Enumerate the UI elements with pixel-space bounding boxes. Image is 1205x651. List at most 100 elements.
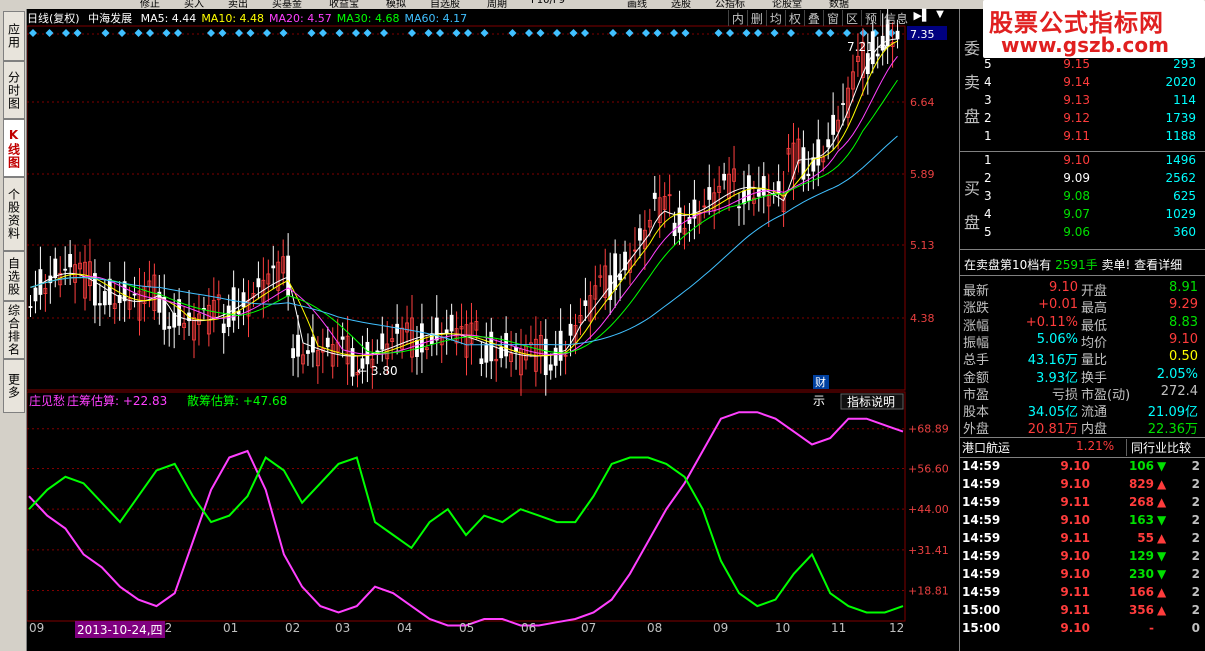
tick-count: 2 — [1191, 459, 1200, 473]
bid-row[interactable]: 2 9.09 2562 — [960, 171, 1205, 189]
candle-body — [553, 347, 558, 366]
toolbar-item[interactable]: 论股堂 — [772, 0, 802, 9]
toolbar-item[interactable]: 买基金 — [272, 0, 302, 9]
candle-body — [826, 139, 831, 148]
tick-volume: 829 — [1128, 477, 1154, 491]
left-tab[interactable]: 综合排名 — [3, 301, 25, 359]
chart-menu-arrow[interactable]: ▶▌ — [913, 9, 931, 25]
chart-tool-button[interactable]: 权 — [784, 10, 804, 26]
sell-notice-detail-link[interactable]: 查看详细 — [1134, 258, 1182, 272]
chart-tool-button[interactable]: 叠 — [803, 10, 823, 26]
ask-row[interactable]: 1 9.11 1188 — [960, 129, 1205, 147]
chart-canvas[interactable]: 7.35 6.64 5.89 5.13 4.38 7.21 → ← 3.80 财庄见愁 庄筹估算… — [27, 9, 959, 641]
candle-body — [256, 278, 261, 288]
price-axis-label: 6.64 — [910, 96, 935, 109]
left-tab[interactable]: K线图 — [3, 119, 25, 177]
quote-row: 市盈 亏损 市盈(动) 272.4 — [960, 383, 1205, 403]
signal-diamond — [279, 29, 288, 37]
watermark-url: www.gszb.com — [1001, 33, 1169, 57]
chart-tool-button[interactable]: 窗 — [822, 10, 842, 26]
chart-tool-button[interactable]: 信息 — [879, 10, 911, 26]
quote-value: 272.4 — [1160, 383, 1198, 399]
down-arrow-icon: ▼ — [1157, 513, 1167, 527]
candle-body — [652, 192, 657, 199]
signal-diamond — [307, 29, 316, 37]
toolbar-item[interactable]: 公指标 — [715, 0, 745, 9]
toolbar-item[interactable]: 数据 — [829, 0, 849, 9]
ask-row[interactable]: 2 9.12 1739 — [960, 111, 1205, 129]
toolbar-item[interactable]: 画线 — [627, 0, 647, 9]
ask-price: 9.14 — [1063, 75, 1090, 89]
left-tab[interactable]: 个股资料 — [3, 177, 25, 251]
toolbar-item[interactable]: F10/F9 — [531, 0, 565, 6]
indicator-zhuang-value: 庄筹估算: +22.83 — [67, 393, 167, 408]
toolbar-item[interactable]: 自选股 — [430, 0, 460, 9]
chart-tool-button[interactable]: 区 — [841, 10, 861, 26]
sector-name[interactable]: 港口航运 — [962, 439, 1010, 456]
ask-level: 5 — [984, 57, 992, 71]
toolbar-item[interactable]: 模拟 — [386, 0, 406, 9]
toolbar-item[interactable]: 收益宝 — [329, 0, 359, 9]
left-tab[interactable]: 自选股 — [3, 251, 25, 301]
left-tab[interactable]: 应用 — [3, 11, 25, 61]
candle-body — [434, 317, 439, 341]
candle-body — [479, 358, 484, 365]
panel-divider — [960, 457, 1205, 458]
toolbar-item[interactable]: 买入 — [184, 0, 204, 9]
tick-volume: 268 — [1128, 495, 1154, 509]
sell-notice-suffix: 卖单! — [1097, 258, 1135, 272]
signal-diamond — [742, 29, 751, 37]
period-label[interactable]: 日线(复权) — [27, 12, 80, 25]
indicator-button[interactable]: 示 — [813, 394, 825, 408]
date-tick-label: 07 — [581, 621, 597, 635]
bid-row[interactable]: 3 9.08 625 — [960, 189, 1205, 207]
toolbar-item[interactable]: 选股 — [671, 0, 691, 9]
up-arrow-icon: ▲ — [1157, 603, 1167, 617]
signal-diamond — [625, 29, 634, 37]
bid-row[interactable]: 1 9.10 1496 — [960, 153, 1205, 171]
signal-diamond — [335, 29, 344, 37]
tick-row: 15:00 9.11 356 ▲ 2 — [960, 603, 1205, 621]
tick-volume: 166 — [1128, 585, 1154, 599]
ask-row[interactable]: 3 9.13 114 — [960, 93, 1205, 111]
left-tab[interactable]: 分时图 — [3, 61, 25, 119]
sector-compare-button[interactable]: 同行业比较 — [1126, 439, 1191, 456]
ma-label: MA30: 4.68 — [336, 12, 400, 25]
date-tick-label: 09 — [713, 621, 729, 635]
candle-body — [568, 323, 573, 336]
ask-volume: 2020 — [1165, 75, 1196, 89]
quote-label: 量比 — [1081, 353, 1108, 369]
bid-level: 1 — [984, 153, 992, 167]
chart-tool-button[interactable]: 均 — [765, 10, 785, 26]
tick-time: 15:00 — [962, 621, 1001, 635]
date-tick-label: 12 — [889, 621, 905, 635]
signal-diamond — [319, 29, 327, 37]
candle-body — [311, 336, 315, 353]
price-axis-label: 4.38 — [910, 312, 935, 325]
chart-tool-button[interactable]: 预 — [860, 10, 880, 26]
bid-row[interactable]: 5 9.06 360 — [960, 225, 1205, 243]
tick-time: 14:59 — [962, 549, 1001, 563]
tick-time: 14:59 — [962, 477, 1001, 491]
tick-price: 9.10 — [1060, 567, 1090, 581]
tick-row: 14:59 9.10 129 ▼ 2 — [960, 549, 1205, 567]
left-tab[interactable]: 更多 — [3, 359, 25, 413]
kline-chart-area[interactable]: 7.35 6.64 5.89 5.13 4.38 7.21 → ← 3.80 财庄见愁 庄筹估算… — [27, 9, 959, 641]
tick-time: 14:59 — [962, 531, 1001, 545]
toolbar-item[interactable]: 修正 — [140, 0, 160, 9]
chart-dropdown-icon[interactable]: ▼ — [933, 9, 947, 25]
toolbar-item[interactable]: 周期 — [487, 0, 507, 9]
bid-row[interactable]: 4 9.07 1029 — [960, 207, 1205, 225]
toolbar-item[interactable]: 卖出 — [228, 0, 248, 9]
sector-change: 1.21% — [1076, 439, 1115, 453]
tick-time: 14:59 — [962, 459, 1001, 473]
signal-diamond — [653, 29, 662, 37]
candle-body — [613, 253, 618, 291]
signal-diamond — [508, 29, 517, 37]
sell-notice-volume: 2591手 — [1055, 258, 1098, 272]
ask-row[interactable]: 4 9.14 2020 — [960, 75, 1205, 93]
chart-tool-button[interactable]: 删 — [746, 10, 766, 26]
chart-tool-button[interactable]: 内 — [727, 10, 747, 26]
candle-body — [449, 314, 454, 332]
ask-row[interactable]: 5 9.15 293 — [960, 57, 1205, 75]
